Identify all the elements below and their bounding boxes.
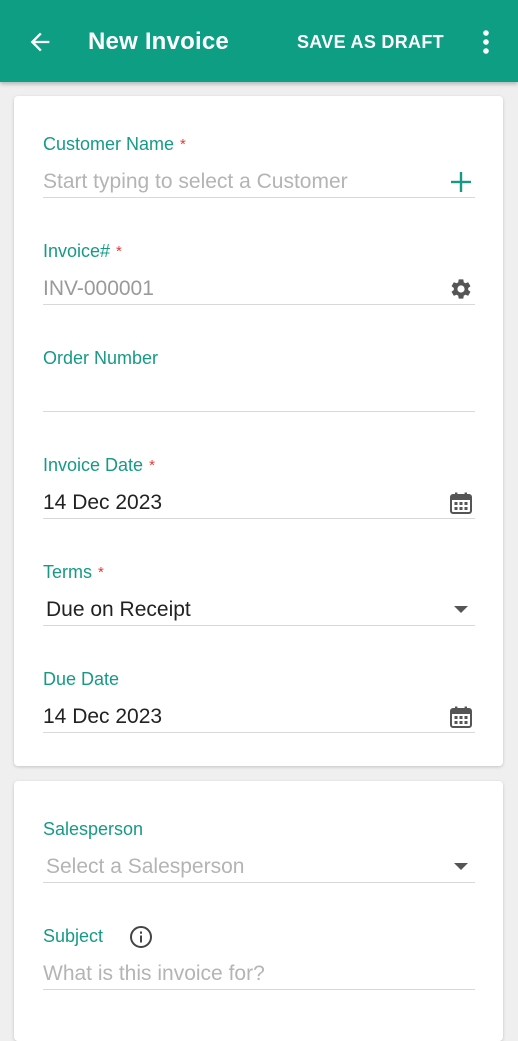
plus-icon[interactable] (447, 168, 475, 196)
dropdown-arrow-icon[interactable] (447, 853, 475, 881)
terms-select[interactable]: Due on Receipt (46, 598, 191, 622)
underline (43, 304, 475, 305)
app-bar: New Invoice SAVE AS DRAFT (0, 0, 518, 82)
due-date-input[interactable]: 14 Dec 2023 (43, 705, 162, 729)
calendar-icon[interactable] (447, 703, 475, 731)
subject-input[interactable]: What is this invoice for? (43, 962, 265, 986)
order-number-label: Order Number (43, 348, 159, 368)
additional-details-card: Salesperson Select a Salesperson Subject… (14, 781, 503, 1041)
more-options-icon[interactable] (476, 26, 496, 58)
invoice-date-input[interactable]: 14 Dec 2023 (43, 491, 162, 515)
required-mark: * (98, 564, 104, 581)
underline (43, 989, 475, 990)
underline (43, 411, 475, 412)
salesperson-label: Salesperson (43, 819, 144, 839)
subject-label: Subject (43, 926, 104, 946)
customer-name-label: Customer Name (43, 134, 175, 154)
underline (43, 197, 475, 198)
back-arrow-icon[interactable] (24, 26, 56, 58)
underline (43, 625, 475, 626)
info-icon[interactable] (128, 924, 154, 950)
terms-label: Terms (43, 562, 92, 582)
required-mark: * (180, 136, 186, 153)
invoice-number-input[interactable]: INV-000001 (43, 277, 154, 301)
required-mark: * (116, 243, 122, 260)
required-mark: * (149, 457, 155, 474)
underline (43, 518, 475, 519)
underline (43, 732, 475, 733)
customer-name-input[interactable]: Start typing to select a Customer (43, 170, 348, 194)
salesperson-select[interactable]: Select a Salesperson (46, 855, 244, 879)
calendar-icon[interactable] (447, 489, 475, 517)
invoice-date-label: Invoice Date (43, 455, 144, 475)
underline (43, 882, 475, 883)
invoice-number-label: Invoice# (43, 241, 111, 261)
invoice-details-card: Customer Name * Start typing to select a … (14, 96, 503, 766)
due-date-label: Due Date (43, 669, 120, 689)
gear-icon[interactable] (447, 275, 475, 303)
dropdown-arrow-icon[interactable] (447, 596, 475, 624)
save-as-draft-button[interactable]: SAVE AS DRAFT (297, 32, 444, 53)
page-title: New Invoice (88, 28, 229, 55)
